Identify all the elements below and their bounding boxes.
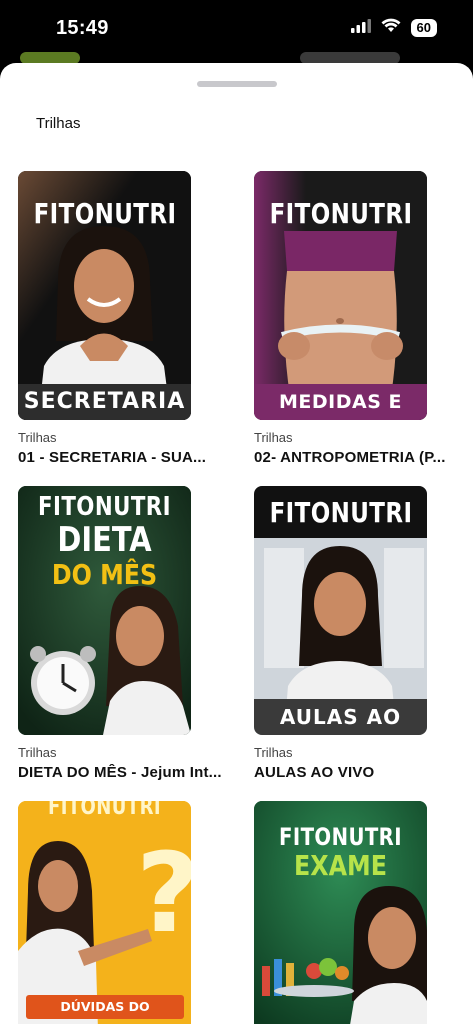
trail-card[interactable]: FITONUTRI AULAS AO VIVO Trilhas AULAS AO… [254,486,473,781]
signal-icon [350,18,371,38]
thumbnail-line-do-mes: DO MÊS [51,558,158,591]
thumbnail-title: FITONUTRI [47,801,162,820]
card-thumbnail[interactable]: FITONUTRI SECRETARIA [18,171,191,420]
trail-card[interactable]: FITONUTRI SECRETARIA Trilhas 01 - SECRET… [18,171,258,466]
card-thumbnail[interactable]: FITONUTRI AULAS AO VIVO [254,486,427,735]
trail-card[interactable]: ? FITONUTRI DÚVIDAS DO PROGRAMA [18,801,258,1024]
trail-card[interactable]: FITONUTRI DIETA DO MÊS Trilhas DIETA DO … [18,486,258,781]
thumbnail-title: FITONUTRI [279,823,402,851]
thumbnail-title: FITONUTRI [269,197,413,230]
status-time: 15:49 [56,17,109,39]
card-category: Trilhas [254,430,293,445]
thumbnail-label: SECRETARIA [18,384,191,420]
thumbnail-title: FITONUTRI [269,496,413,529]
sheet-title: Trilhas [36,115,81,132]
thumbnail-title: FITONUTRI [33,197,177,230]
card-thumbnail[interactable]: FITONUTRI DIETA DO MÊS [18,486,191,735]
thumbnail-label: DÚVIDAS DO PROGRAMA [26,995,184,1024]
thumbnail-label: MEDIDAS E PESO [254,384,427,420]
status-icons: 60 [350,18,437,38]
bottom-sheet: Trilhas FITONUTRI SECRETARIA Trilhas 01 … [0,63,473,1024]
card-title: 02- ANTROPOMETRIA (P... [254,449,446,466]
card-category: Trilhas [18,430,57,445]
thumbnail-title: FITONUTRI [38,492,171,522]
thumbnail-line-dieta: DIETA [57,520,152,560]
card-thumbnail[interactable]: FITONUTRI EXAME [254,801,427,1024]
thumbnail-label: AULAS AO VIVO [254,699,427,735]
question-portrait-illustration: ? [18,801,191,1024]
trail-card[interactable]: FITONUTRI MEDIDAS E PESO Trilhas 02- ANT… [254,171,473,466]
card-thumbnail[interactable]: ? FITONUTRI DÚVIDAS DO PROGRAMA [18,801,191,1024]
card-category: Trilhas [254,745,293,760]
card-thumbnail[interactable]: FITONUTRI MEDIDAS E PESO [254,171,427,420]
card-title: DIETA DO MÊS - Jejum Int... [18,764,222,781]
wifi-icon [381,18,401,38]
sheet-grabber[interactable] [197,81,277,87]
card-title: 01 - SECRETARIA - SUA... [18,449,207,466]
trail-card[interactable]: FITONUTRI EXAME [254,801,473,1024]
battery-indicator: 60 [410,19,437,37]
thumbnail-line-exame: EXAME [294,849,387,882]
card-category: Trilhas [18,745,57,760]
card-title: AULAS AO VIVO [254,764,375,781]
